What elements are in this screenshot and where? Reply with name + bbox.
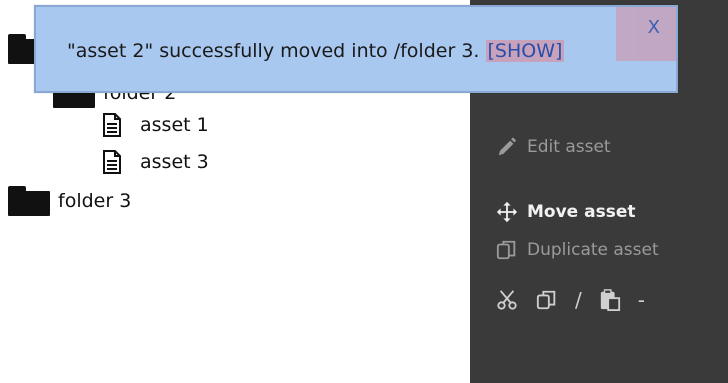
- move-notification: "asset 2" successfully moved into /folde…: [34, 5, 678, 93]
- move-icon: [495, 200, 519, 224]
- duplicate-asset-label: Duplicate asset: [527, 240, 659, 260]
- tree-item-label: asset 1: [140, 114, 209, 136]
- document-icon: [103, 113, 121, 137]
- tree-item-asset-3[interactable]: asset 3: [103, 150, 209, 174]
- paste-icon[interactable]: [598, 286, 622, 314]
- pencil-icon: [495, 135, 519, 159]
- notification-message: "asset 2" successfully moved into /folde…: [67, 40, 480, 62]
- move-asset-label: Move asset: [527, 202, 636, 222]
- folder-icon: [8, 186, 50, 216]
- clipboard-toolbar: / -: [495, 286, 645, 314]
- notification-message-row: "asset 2" successfully moved into /folde…: [67, 40, 565, 62]
- close-icon: X: [647, 17, 660, 38]
- tree-item-label: asset 3: [140, 151, 209, 173]
- duplicate-icon: [495, 238, 519, 262]
- document-icon: [103, 150, 121, 174]
- tree-item-asset-1[interactable]: asset 1: [103, 113, 209, 137]
- duplicate-asset-button[interactable]: Duplicate asset: [495, 238, 659, 262]
- move-asset-button[interactable]: Move asset: [495, 200, 636, 224]
- copy-icon[interactable]: [535, 286, 559, 314]
- edit-asset-label: Edit asset: [527, 137, 611, 157]
- close-button[interactable]: X: [616, 7, 676, 61]
- scissors-icon[interactable]: [495, 286, 519, 314]
- separator: /: [575, 288, 582, 312]
- trailing-dash: -: [637, 288, 645, 312]
- tree-item-label: folder 3: [58, 190, 132, 212]
- tree-item-folder-3[interactable]: folder 3: [8, 186, 131, 216]
- show-link[interactable]: [SHOW]: [485, 40, 565, 62]
- edit-asset-button[interactable]: Edit asset: [495, 135, 611, 159]
